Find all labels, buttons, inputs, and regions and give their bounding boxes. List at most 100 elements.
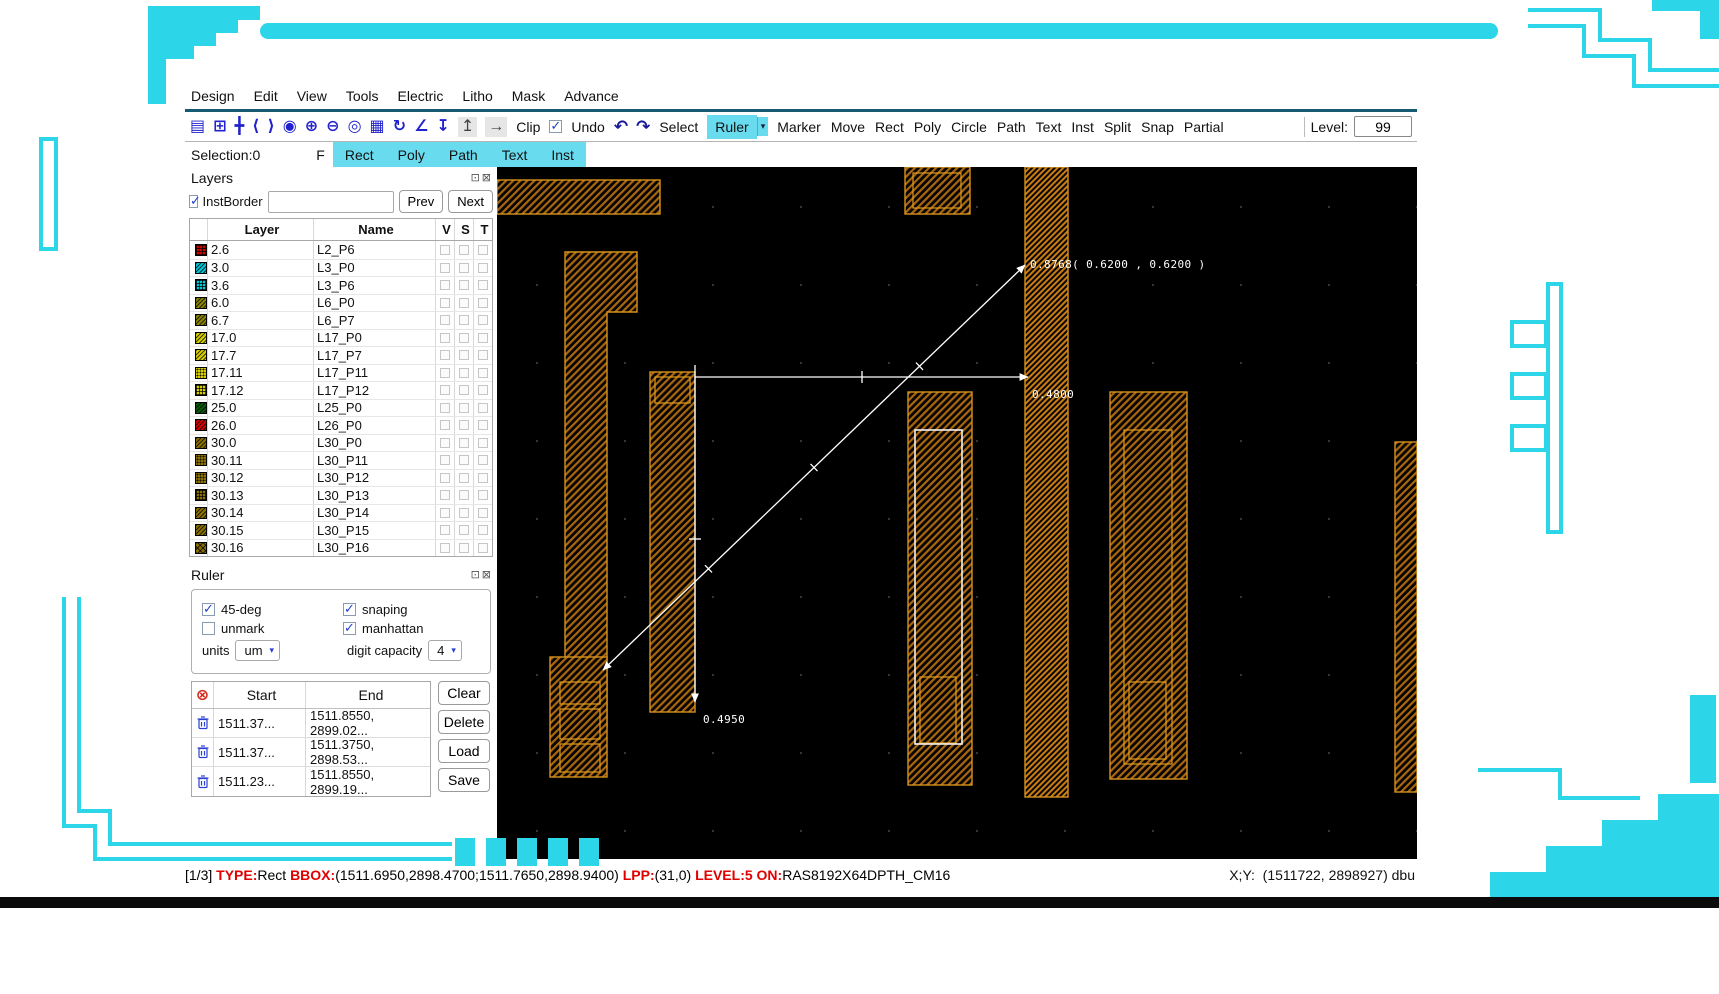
grid-icon[interactable]: ▦ <box>370 119 385 135</box>
clip-button[interactable]: Clip <box>515 119 541 135</box>
layer-row[interactable]: 30.14L30_P14 <box>190 504 492 522</box>
menu-view[interactable]: View <box>297 88 327 104</box>
layer-select-checkbox[interactable] <box>459 403 469 413</box>
layer-t-checkbox[interactable] <box>478 420 488 430</box>
level-input[interactable] <box>1354 116 1412 137</box>
layer-select-checkbox[interactable] <box>459 280 469 290</box>
layer-visibility-checkbox[interactable] <box>440 333 450 343</box>
layer-row[interactable]: 30.11L30_P11 <box>190 451 492 469</box>
layout-canvas[interactable]: 0.8768( 0.6200 , 0.6200 ) 0.4800 0.4950 <box>497 167 1417 859</box>
layer-visibility-checkbox[interactable] <box>440 245 450 255</box>
layer-t-checkbox[interactable] <box>478 455 488 465</box>
zoom-out-icon[interactable]: ⊖ <box>326 119 339 135</box>
layer-visibility-checkbox[interactable] <box>440 403 450 413</box>
layer-t-checkbox[interactable] <box>478 263 488 273</box>
target-icon[interactable]: ◉ <box>283 119 297 135</box>
layers-close-icon[interactable]: ⊠ <box>482 173 491 184</box>
layer-row[interactable]: 17.7L17_P7 <box>190 346 492 364</box>
layer-visibility-checkbox[interactable] <box>440 420 450 430</box>
layer-visibility-checkbox[interactable] <box>440 438 450 448</box>
layer-visibility-checkbox[interactable] <box>440 508 450 518</box>
move-icon[interactable]: ╋ <box>235 119 245 135</box>
layer-select-checkbox[interactable] <box>459 315 469 325</box>
digit-capacity-select[interactable]: 4 ▾ <box>428 640 462 661</box>
select-button[interactable]: Select <box>658 119 699 135</box>
layer-row[interactable]: 26.0L26_P0 <box>190 416 492 434</box>
layer-visibility-checkbox[interactable] <box>440 280 450 290</box>
layer-t-checkbox[interactable] <box>478 245 488 255</box>
layer-row[interactable]: 6.0L6_P0 <box>190 294 492 312</box>
menu-design[interactable]: Design <box>191 88 235 104</box>
layer-select-checkbox[interactable] <box>459 543 469 553</box>
split-button[interactable]: Split <box>1103 119 1132 135</box>
layer-select-checkbox[interactable] <box>459 245 469 255</box>
layer-select-checkbox[interactable] <box>459 368 469 378</box>
ruler-button[interactable]: Ruler <box>707 115 756 139</box>
layer-t-checkbox[interactable] <box>478 543 488 553</box>
layer-select-checkbox[interactable] <box>459 490 469 500</box>
layer-select-checkbox[interactable] <box>459 455 469 465</box>
layer-t-checkbox[interactable] <box>478 490 488 500</box>
undo-checkbox[interactable] <box>549 120 562 133</box>
layer-row[interactable]: 30.12L30_P12 <box>190 469 492 487</box>
layer-filter-input[interactable] <box>268 191 394 213</box>
layer-select-checkbox[interactable] <box>459 263 469 273</box>
layer-t-checkbox[interactable] <box>478 473 488 483</box>
layer-row[interactable]: 25.0L25_P0 <box>190 399 492 417</box>
snap-button[interactable]: Snap <box>1140 119 1175 135</box>
layer-t-checkbox[interactable] <box>478 368 488 378</box>
layer-row[interactable]: 6.7L6_P7 <box>190 311 492 329</box>
ruler-restore-icon[interactable]: ⊡ <box>471 570 480 581</box>
layer-t-checkbox[interactable] <box>478 333 488 343</box>
trash-icon[interactable] <box>192 738 214 766</box>
trash-icon[interactable] <box>192 767 214 796</box>
layer-row[interactable]: 30.13L30_P13 <box>190 486 492 504</box>
layer-row[interactable]: 30.0L30_P0 <box>190 434 492 452</box>
layer-select-checkbox[interactable] <box>459 438 469 448</box>
menu-electric[interactable]: Electric <box>398 88 444 104</box>
layer-row[interactable]: 3.0L3_P0 <box>190 259 492 277</box>
new-cell-icon[interactable]: ▤ <box>190 119 205 135</box>
redo-arrow-icon[interactable]: ↷ <box>636 118 650 135</box>
move-button[interactable]: Move <box>830 119 866 135</box>
layer-t-checkbox[interactable] <box>478 298 488 308</box>
layer-row[interactable]: 2.6L2_P6 <box>190 241 492 259</box>
trash-icon[interactable] <box>192 709 214 737</box>
layer-select-checkbox[interactable] <box>459 298 469 308</box>
hierarchy-icon[interactable]: ⊞ <box>213 119 226 135</box>
ruler-dropdown-icon[interactable]: ▾ <box>757 117 769 136</box>
layers-restore-icon[interactable]: ⊡ <box>471 173 480 184</box>
unmark-checkbox[interactable] <box>202 622 215 635</box>
layer-select-checkbox[interactable] <box>459 333 469 343</box>
load-button[interactable]: Load <box>438 739 490 763</box>
next-button[interactable]: Next <box>448 190 493 213</box>
layer-visibility-checkbox[interactable] <box>440 490 450 500</box>
layer-row[interactable]: 17.0L17_P0 <box>190 329 492 347</box>
layer-visibility-checkbox[interactable] <box>440 298 450 308</box>
layer-select-checkbox[interactable] <box>459 420 469 430</box>
menu-tools[interactable]: Tools <box>346 88 379 104</box>
prev-button[interactable]: Prev <box>399 190 444 213</box>
tab-rect[interactable]: Rect <box>333 147 386 163</box>
layer-row[interactable]: 17.11L17_P11 <box>190 364 492 382</box>
angle-icon[interactable]: ∠ <box>414 119 428 135</box>
layer-t-checkbox[interactable] <box>478 525 488 535</box>
save-button[interactable]: Save <box>438 768 490 792</box>
layer-t-checkbox[interactable] <box>478 385 488 395</box>
manhattan-checkbox[interactable] <box>343 622 356 635</box>
ruler-row[interactable]: 1511.23... 1511.8550, 2899.19... <box>192 767 430 796</box>
poly-button[interactable]: Poly <box>913 119 942 135</box>
ruler-row[interactable]: 1511.37... 1511.8550, 2899.02... <box>192 709 430 738</box>
layer-row[interactable]: 30.15L30_P15 <box>190 521 492 539</box>
snaping-checkbox[interactable] <box>343 603 356 616</box>
clear-button[interactable]: Clear <box>438 681 490 705</box>
view-icon[interactable]: ◎ <box>348 119 362 135</box>
layer-t-checkbox[interactable] <box>478 280 488 290</box>
tab-text[interactable]: Text <box>490 147 540 163</box>
prev-view-icon[interactable]: ⟨ <box>252 119 259 135</box>
layer-row[interactable]: 3.6L3_P6 <box>190 276 492 294</box>
path-button[interactable]: Path <box>996 119 1027 135</box>
tab-inst[interactable]: Inst <box>539 147 586 163</box>
next-view-icon[interactable]: ⟩ <box>267 119 274 135</box>
layer-t-checkbox[interactable] <box>478 315 488 325</box>
